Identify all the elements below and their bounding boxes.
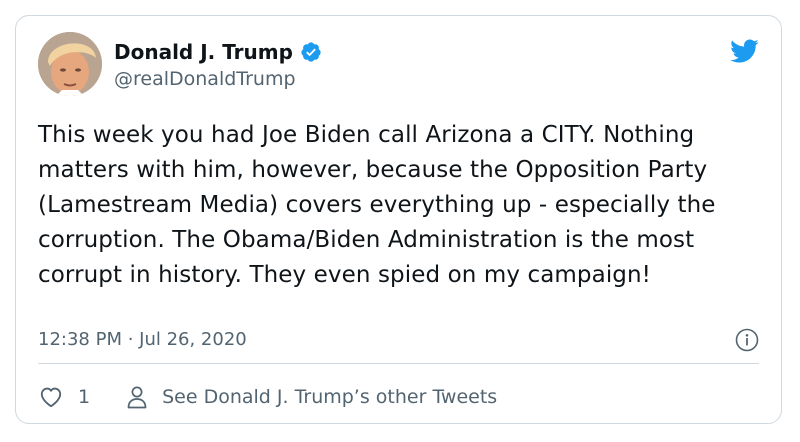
tweet-card[interactable]: Donald J. Trump @realDonaldTrump This we…: [15, 15, 782, 424]
tweet-actions: 1 See Donald J. Trump’s other Tweets: [38, 384, 497, 410]
info-icon[interactable]: [735, 328, 759, 352]
like-count: 1: [78, 386, 91, 408]
see-other-tweets-link[interactable]: See Donald J. Trump’s other Tweets: [126, 385, 497, 409]
heart-icon: [40, 387, 62, 408]
verified-badge-icon: [301, 42, 321, 62]
twitter-bird-icon[interactable]: [727, 36, 761, 66]
author-display-name[interactable]: Donald J. Trump: [114, 40, 293, 64]
author-handle[interactable]: @realDonaldTrump: [114, 67, 296, 91]
actions-divider: [38, 363, 759, 364]
author-avatar[interactable]: [38, 32, 102, 96]
tweet-body-text: This week you had Joe Biden call Arizona…: [38, 122, 716, 288]
person-icon: [127, 386, 147, 409]
tweet-timestamp[interactable]: 12:38 PM · Jul 26, 2020: [38, 328, 247, 352]
like-button[interactable]: 1: [38, 384, 90, 410]
avatar-image: [38, 32, 102, 96]
see-other-tweets-label: See Donald J. Trump’s other Tweets: [162, 386, 498, 408]
